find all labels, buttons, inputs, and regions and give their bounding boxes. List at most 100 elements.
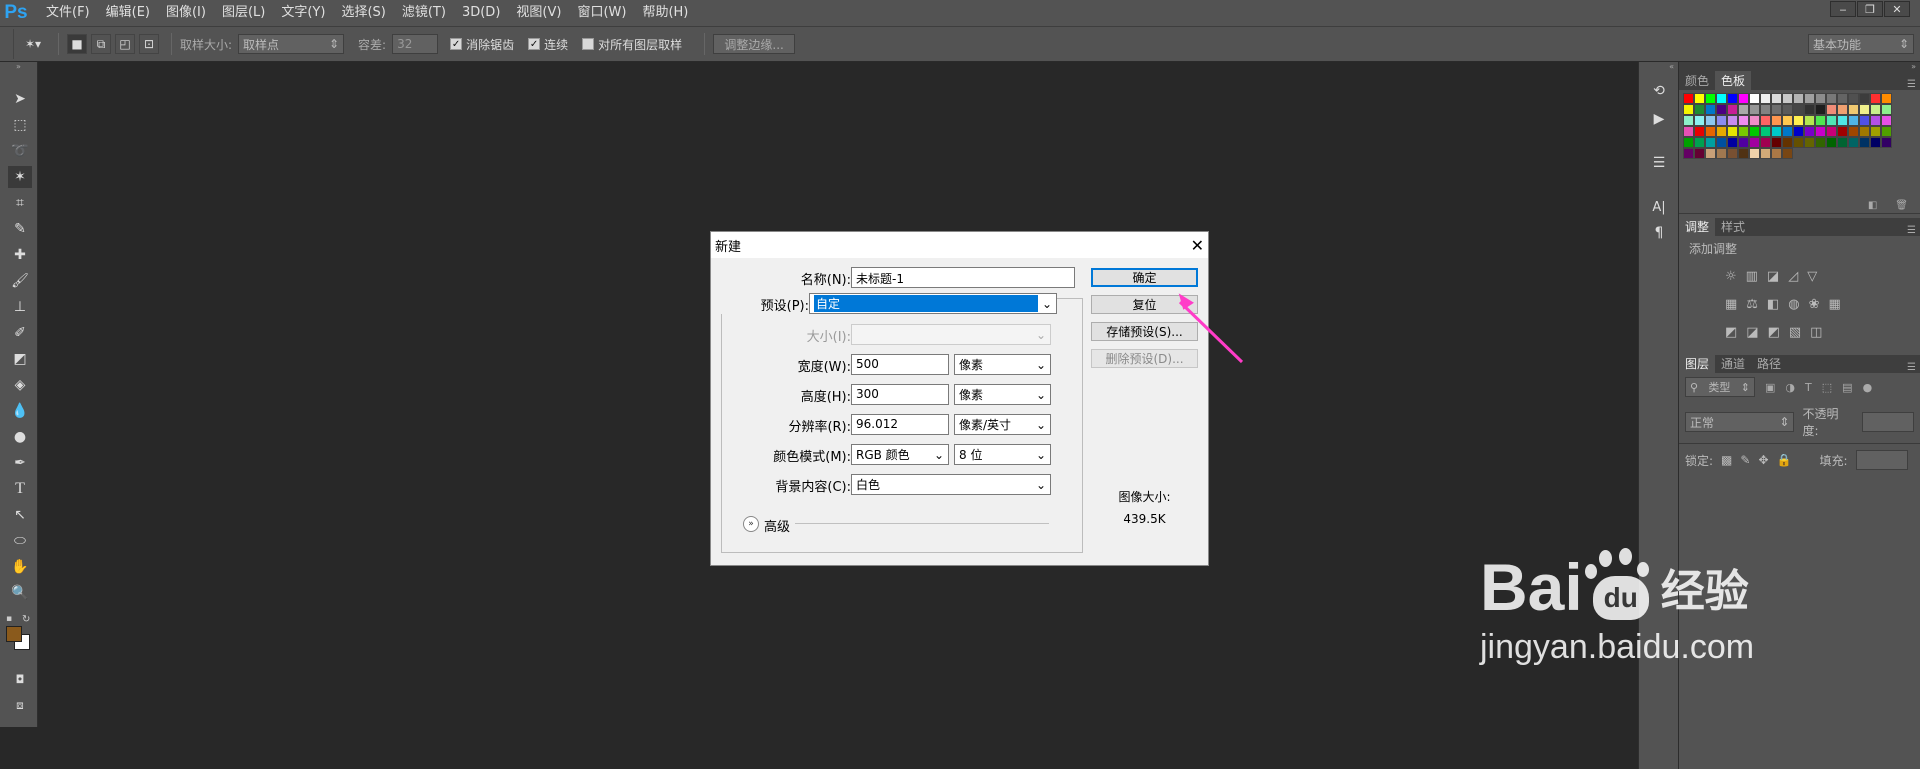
color-swatch[interactable] [1727, 137, 1738, 148]
color-swatch[interactable] [1870, 115, 1881, 126]
resolution-field[interactable]: 96.012 [851, 414, 949, 435]
opacity-input[interactable] [1862, 412, 1914, 432]
color-swatch[interactable] [1760, 137, 1771, 148]
color-swatch[interactable] [1705, 104, 1716, 115]
color-swatch[interactable] [1826, 104, 1837, 115]
color-swatch[interactable] [1760, 148, 1771, 159]
collapse-toolbox-icon[interactable]: » [0, 62, 37, 72]
color-swatch[interactable] [1826, 126, 1837, 137]
tab-layers[interactable]: 图层 [1679, 354, 1716, 373]
layer-filter-select[interactable]: ⚲ 类型 ⇕ [1685, 377, 1755, 397]
color-swatch[interactable] [1694, 104, 1705, 115]
color-swatch[interactable] [1848, 126, 1859, 137]
color-swatch[interactable] [1738, 137, 1749, 148]
color-swatch[interactable] [1826, 115, 1837, 126]
color-swatch[interactable] [1859, 104, 1870, 115]
tab-swatches[interactable]: 色板 [1715, 71, 1752, 90]
color-swatch[interactable] [1859, 93, 1870, 104]
color-swatch[interactable] [1760, 126, 1771, 137]
eyedropper-tool-icon[interactable]: ✎ [8, 218, 32, 240]
marquee-tool-icon[interactable]: ⬚ [8, 114, 32, 136]
color-swatch[interactable] [1694, 137, 1705, 148]
clone-stamp-tool-icon[interactable]: ⊥ [8, 296, 32, 318]
color-swatch[interactable] [1716, 137, 1727, 148]
brush-tool-icon[interactable]: 🖌 [8, 270, 32, 292]
color-swatch[interactable] [1782, 104, 1793, 115]
subtract-from-selection-icon[interactable]: ◰ [115, 34, 135, 54]
trash-icon[interactable]: 🗑 [1895, 200, 1908, 213]
menu-item-10[interactable]: 帮助(H) [634, 0, 696, 26]
menu-item-7[interactable]: 3D(D) [454, 0, 508, 26]
color-swatch[interactable] [1749, 93, 1760, 104]
zoom-tool-icon[interactable]: 🔍 [8, 582, 32, 604]
options-bar-grip[interactable] [2, 29, 14, 59]
color-swatch[interactable] [1771, 137, 1782, 148]
color-swatch[interactable] [1716, 104, 1727, 115]
eraser-tool-icon[interactable]: ◩ [8, 348, 32, 370]
intersect-selection-icon[interactable]: ⊡ [139, 34, 159, 54]
color-swatch[interactable] [1815, 93, 1826, 104]
color-swatch[interactable] [1804, 126, 1815, 137]
color-swatch[interactable] [1870, 104, 1881, 115]
color-swatch[interactable] [1815, 104, 1826, 115]
color-swatch[interactable] [1837, 104, 1848, 115]
properties-icon[interactable]: ☰ [1647, 152, 1671, 174]
sample-size-select[interactable]: 取样点 ⇕ [238, 34, 345, 54]
name-field[interactable]: 未标题-1 [851, 267, 1075, 288]
preset-select[interactable]: 自定 ⌄ [809, 293, 1057, 314]
color-swatch[interactable] [1793, 115, 1804, 126]
color-swatch[interactable] [1705, 115, 1716, 126]
color-swatch[interactable] [1738, 93, 1749, 104]
color-swatch[interactable] [1760, 115, 1771, 126]
panel-menu-icon[interactable]: ☰ [1907, 362, 1920, 373]
menu-item-1[interactable]: 编辑(E) [98, 0, 158, 26]
filter-image-icon[interactable]: ▣ [1765, 381, 1775, 394]
color-swatch[interactable] [1771, 148, 1782, 159]
paint-bucket-tool-icon[interactable]: ◈ [8, 374, 32, 396]
color-swatch[interactable] [1683, 93, 1694, 104]
color-swatch[interactable] [1738, 115, 1749, 126]
advanced-label[interactable]: 高级 [764, 516, 790, 535]
new-selection-icon[interactable]: ■ [67, 34, 87, 54]
actions-play-icon[interactable]: ▶ [1647, 108, 1671, 130]
color-swatch[interactable] [1782, 137, 1793, 148]
crop-tool-icon[interactable]: ⌗ [8, 192, 32, 214]
restore-button[interactable]: ❐ [1857, 1, 1883, 17]
color-swatch[interactable] [1749, 115, 1760, 126]
blend-mode-select[interactable]: 正常 ⇕ [1685, 412, 1795, 432]
color-swatch[interactable] [1749, 104, 1760, 115]
color-swatch[interactable] [1782, 115, 1793, 126]
filter-adjustment-icon[interactable]: ◑ [1785, 381, 1795, 394]
color-swatch[interactable] [1804, 104, 1815, 115]
move-tool-icon[interactable]: ➤ [8, 88, 32, 110]
paragraph-icon[interactable]: ¶ [1647, 222, 1671, 244]
color-swatch[interactable] [1727, 93, 1738, 104]
color-swatch[interactable] [1683, 115, 1694, 126]
color-swatch[interactable] [1870, 93, 1881, 104]
color-swatch[interactable] [1826, 137, 1837, 148]
fill-input[interactable] [1855, 450, 1908, 470]
color-swatch[interactable] [1749, 148, 1760, 159]
color-swatch[interactable] [1837, 115, 1848, 126]
color-swatch[interactable] [1760, 93, 1771, 104]
color-swatch[interactable] [1683, 126, 1694, 137]
filter-type-icon[interactable]: T [1805, 381, 1812, 394]
history-icon[interactable]: ⟲ [1647, 80, 1671, 102]
history-brush-tool-icon[interactable]: ✐ [8, 322, 32, 344]
workspace-select[interactable]: 基本功能 ⇕ [1808, 34, 1914, 54]
tolerance-input[interactable]: 32 [392, 34, 439, 54]
color-mode-select[interactable]: RGB 颜色 ⌄ [851, 444, 949, 465]
color-swatch[interactable] [1727, 104, 1738, 115]
color-swatch[interactable] [1771, 93, 1782, 104]
tab-color[interactable]: 颜色 [1679, 71, 1715, 90]
type-tool-icon[interactable]: T [8, 478, 32, 500]
color-swatch[interactable] [1881, 137, 1892, 148]
color-swatch[interactable] [1815, 115, 1826, 126]
color-swatch[interactable] [1881, 115, 1892, 126]
color-swatch[interactable] [1826, 93, 1837, 104]
color-swatch[interactable] [1859, 126, 1870, 137]
minimize-button[interactable]: ‒ [1830, 1, 1856, 17]
color-swatch[interactable] [1705, 126, 1716, 137]
tab-styles[interactable]: 样式 [1715, 217, 1751, 236]
filter-toggle-icon[interactable]: ● [1863, 381, 1873, 394]
